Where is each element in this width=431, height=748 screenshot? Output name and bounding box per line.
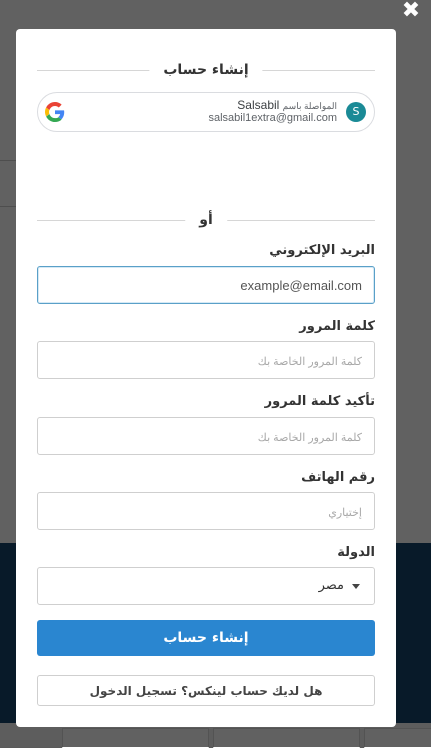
country-label: الدولة <box>337 545 375 560</box>
login-link-button[interactable]: هل لديك حساب لينكس؟ تسجيل الدخول <box>37 675 375 706</box>
create-account-button[interactable]: إنشاء حساب <box>37 620 375 656</box>
or-divider: أو <box>37 211 375 229</box>
google-g-icon <box>45 102 65 122</box>
phone-field[interactable] <box>37 492 375 530</box>
google-account-email: salsabil1extra@gmail.com <box>208 112 337 124</box>
google-continue-button[interactable]: S المواصلة باسم Salsabil salsabil1extra@… <box>37 92 375 132</box>
close-icon[interactable]: ✖ <box>400 0 422 22</box>
signup-modal: إنشاء حساب S المواصلة باسم Salsabil sals… <box>16 29 396 727</box>
email-label: البريد الإلكتروني <box>269 243 375 258</box>
phone-label: رقم الهاتف <box>301 470 375 485</box>
country-select[interactable]: مصر <box>37 567 375 605</box>
modal-title: إنشاء حساب <box>149 61 263 79</box>
google-account-name: Salsabil <box>237 98 280 112</box>
email-field[interactable] <box>37 266 375 304</box>
password-field[interactable] <box>37 341 375 379</box>
confirm-password-label: تأكيد كلمة المرور <box>264 394 375 409</box>
password-label: كلمة المرور <box>299 319 375 334</box>
caret-down-icon <box>352 584 360 589</box>
user-avatar: S <box>346 102 366 122</box>
modal-title-divider: إنشاء حساب <box>37 61 375 79</box>
country-value: مصر <box>318 578 344 593</box>
google-continue-prefix: المواصلة باسم <box>282 101 337 111</box>
or-label: أو <box>185 211 227 229</box>
confirm-password-field[interactable] <box>37 417 375 455</box>
